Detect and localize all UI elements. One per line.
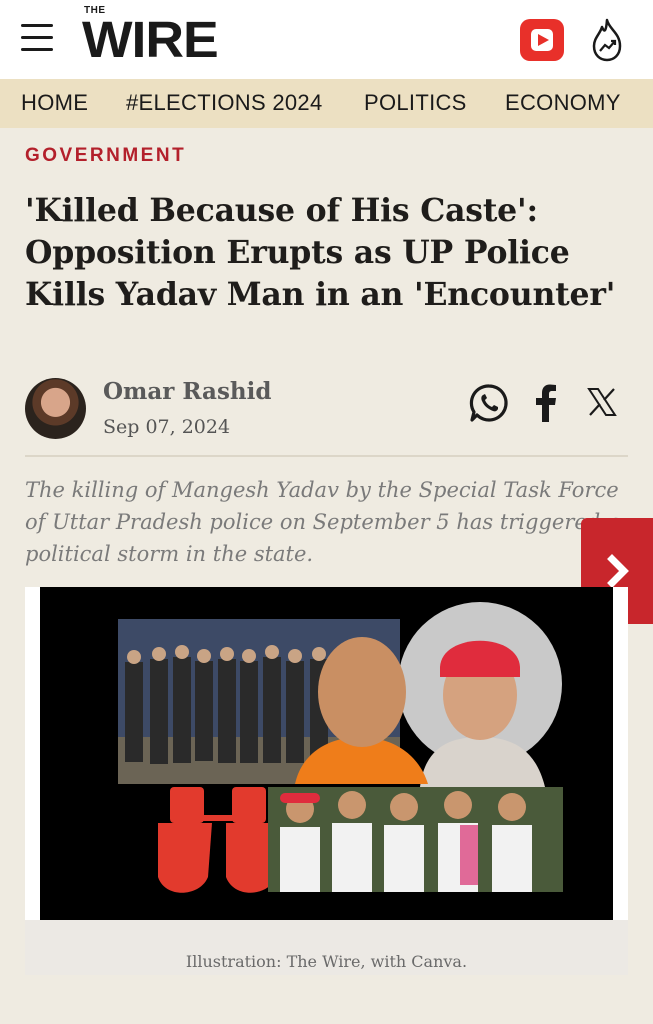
article-excerpt: The killing of Mangesh Yadav by the Spec… xyxy=(25,478,620,566)
x-icon[interactable] xyxy=(587,387,617,417)
illustration-collage xyxy=(40,587,613,920)
author-name[interactable]: Omar Rashid xyxy=(103,378,271,405)
lead-image[interactable] xyxy=(40,587,613,920)
logo-main-text: WIRE xyxy=(82,11,219,68)
main-nav: HOME #ELECTIONS 2024 POLITICS ECONOMY xyxy=(0,79,653,128)
nav-item-politics[interactable]: POLITICS xyxy=(364,90,467,116)
site-logo[interactable]: THE WIRE xyxy=(82,6,219,66)
author-avatar[interactable] xyxy=(25,378,86,439)
byline-divider xyxy=(25,455,628,457)
youtube-icon[interactable] xyxy=(520,19,564,61)
nav-item-economy[interactable]: ECONOMY xyxy=(505,90,621,116)
whatsapp-icon[interactable] xyxy=(468,382,510,424)
image-caption: Illustration: The Wire, with Canva. xyxy=(185,952,468,971)
site-header: THE WIRE xyxy=(0,0,653,79)
trending-icon[interactable] xyxy=(590,17,624,63)
publish-date: Sep 07, 2024 xyxy=(103,416,231,438)
nav-item-elections[interactable]: #ELECTIONS 2024 xyxy=(126,90,322,116)
article-category[interactable]: GOVERNMENT xyxy=(25,145,186,167)
article-title: 'Killed Because of His Caste': Oppositio… xyxy=(25,192,616,313)
nav-item-home[interactable]: HOME xyxy=(21,90,88,116)
lead-figure xyxy=(25,587,628,975)
menu-icon[interactable] xyxy=(21,24,53,52)
facebook-icon[interactable] xyxy=(535,384,557,422)
